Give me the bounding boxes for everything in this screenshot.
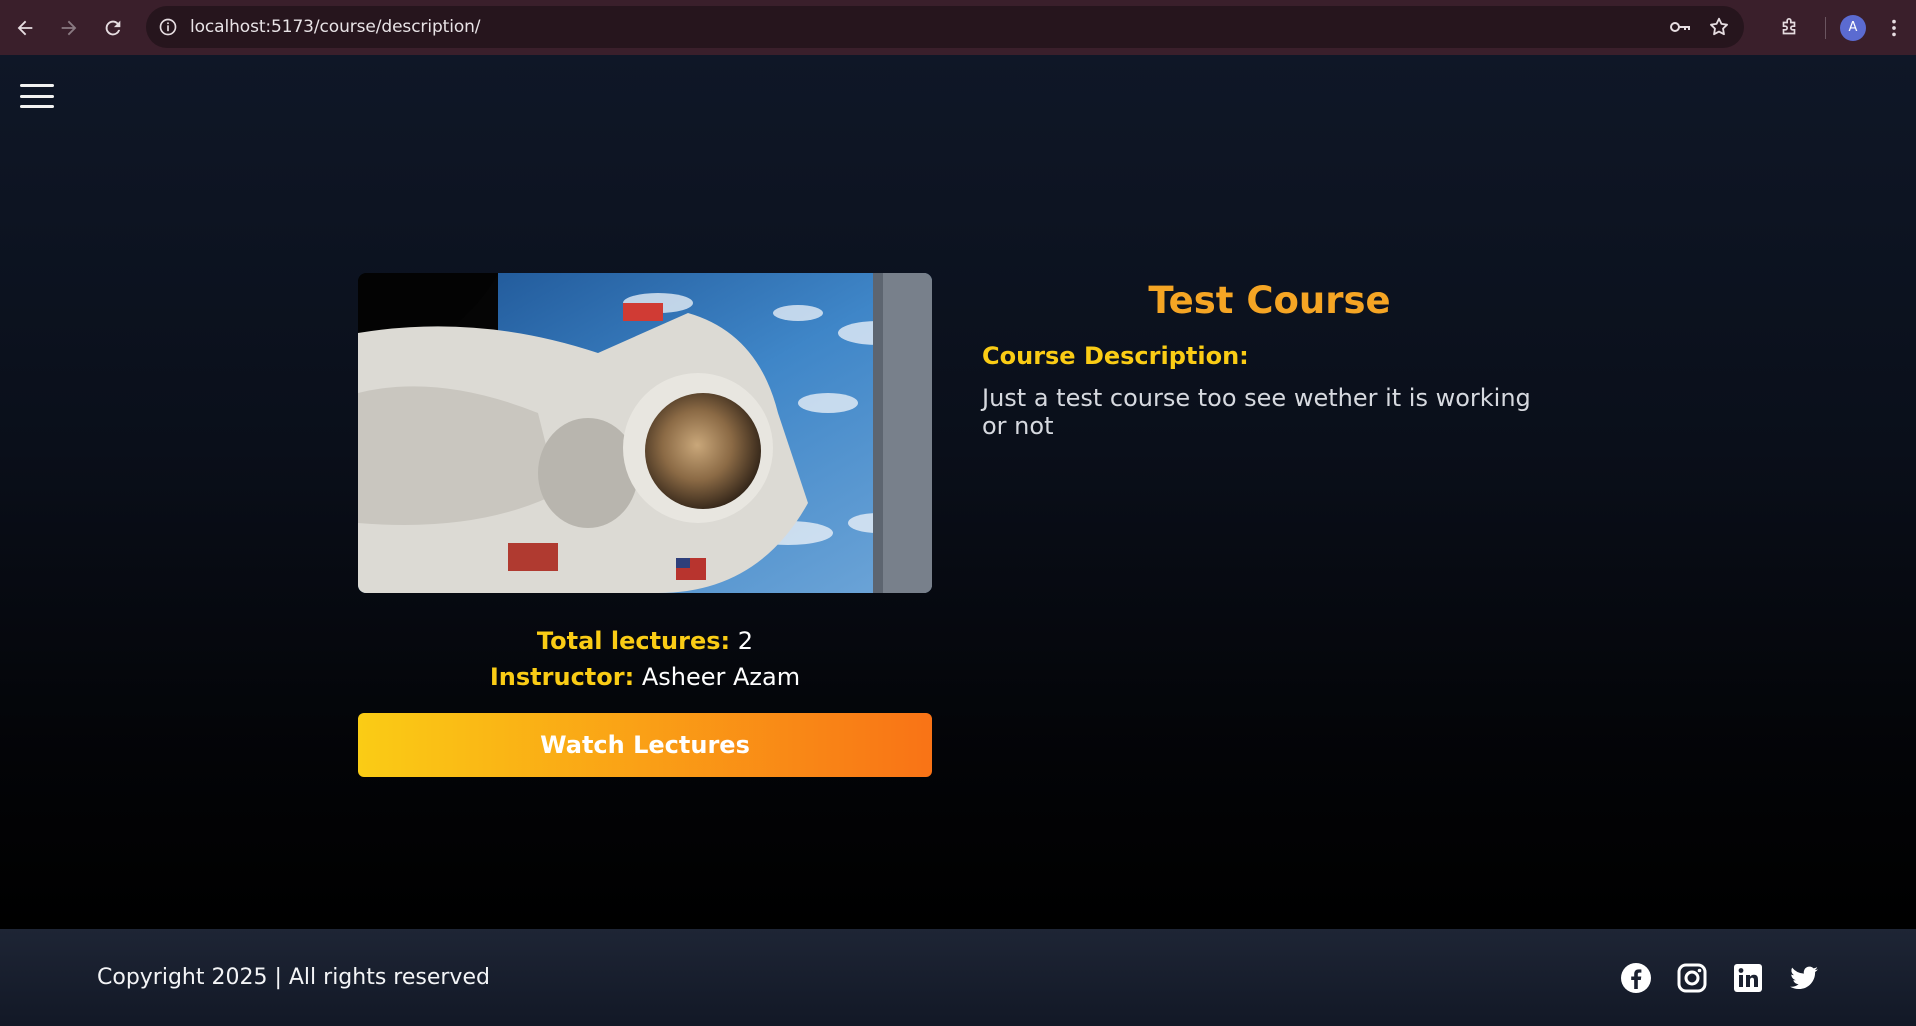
hamburger-line-middle bbox=[20, 94, 54, 98]
back-icon bbox=[17, 20, 33, 35]
course-description-page: Total lectures: 2 Instructor: Asheer Aza… bbox=[0, 55, 1916, 929]
password-key-icon[interactable] bbox=[1668, 15, 1692, 39]
course-title: Test Course bbox=[1148, 279, 1391, 322]
social-links bbox=[1620, 962, 1820, 994]
reload-icon bbox=[105, 20, 121, 35]
instagram-link[interactable] bbox=[1676, 962, 1708, 994]
hamburger-line-bottom bbox=[20, 105, 54, 108]
instructor-value: Asheer Azam bbox=[641, 663, 801, 691]
browser-toolbar: localhost:5173/course/description/ A bbox=[0, 0, 1916, 55]
extensions-icon bbox=[1782, 17, 1796, 34]
instructor-row: Instructor: Asheer Azam bbox=[358, 659, 932, 695]
copyright-text: Copyright 2025 | All rights reserved bbox=[97, 965, 490, 990]
twitter-link[interactable] bbox=[1788, 962, 1820, 994]
footer: Copyright 2025 | All rights reserved bbox=[0, 929, 1916, 1026]
bookmark-star-icon[interactable] bbox=[1708, 16, 1730, 38]
facebook-icon bbox=[1621, 962, 1651, 993]
extensions-button[interactable] bbox=[1767, 6, 1811, 50]
instagram-icon bbox=[1677, 963, 1707, 992]
course-info-column: Total lectures: 2 Instructor: Asheer Aza… bbox=[358, 273, 932, 777]
url-text[interactable]: localhost:5173/course/description/ bbox=[190, 17, 481, 37]
reload-button[interactable] bbox=[91, 6, 135, 50]
twitter-icon bbox=[1790, 966, 1818, 989]
back-button[interactable] bbox=[3, 6, 47, 50]
linkedin-link[interactable] bbox=[1732, 962, 1764, 994]
site-info-button[interactable] bbox=[146, 6, 190, 48]
address-bar[interactable]: localhost:5173/course/description/ bbox=[146, 6, 1744, 48]
total-lectures-label: Total lectures: bbox=[536, 627, 731, 655]
course-description-label: Course Description: bbox=[982, 342, 1249, 370]
menu-kebab-icon bbox=[1892, 19, 1896, 36]
toolbar-divider bbox=[1825, 16, 1826, 39]
forward-button[interactable] bbox=[47, 6, 91, 50]
hamburger-icon[interactable] bbox=[18, 81, 56, 111]
instructor-label: Instructor: bbox=[489, 663, 635, 691]
course-stats: Total lectures: 2 Instructor: Asheer Aza… bbox=[358, 623, 932, 695]
facebook-link[interactable] bbox=[1620, 962, 1652, 994]
total-lectures-row: Total lectures: 2 bbox=[358, 623, 932, 659]
browser-menu-button[interactable] bbox=[1872, 6, 1916, 50]
forward-icon bbox=[61, 20, 77, 35]
site-info-icon bbox=[159, 18, 177, 36]
profile-avatar[interactable]: A bbox=[1840, 14, 1866, 41]
watch-lectures-button[interactable]: Watch Lectures bbox=[358, 713, 932, 777]
linkedin-icon bbox=[1734, 963, 1762, 992]
total-lectures-value: 2 bbox=[737, 627, 754, 655]
hamburger-line-top bbox=[20, 84, 54, 87]
course-description-text: Just a test course too see wether it is … bbox=[982, 384, 1531, 440]
course-details-column: Test Course Course Description: Just a t… bbox=[982, 273, 1557, 440]
course-thumbnail bbox=[358, 273, 932, 593]
